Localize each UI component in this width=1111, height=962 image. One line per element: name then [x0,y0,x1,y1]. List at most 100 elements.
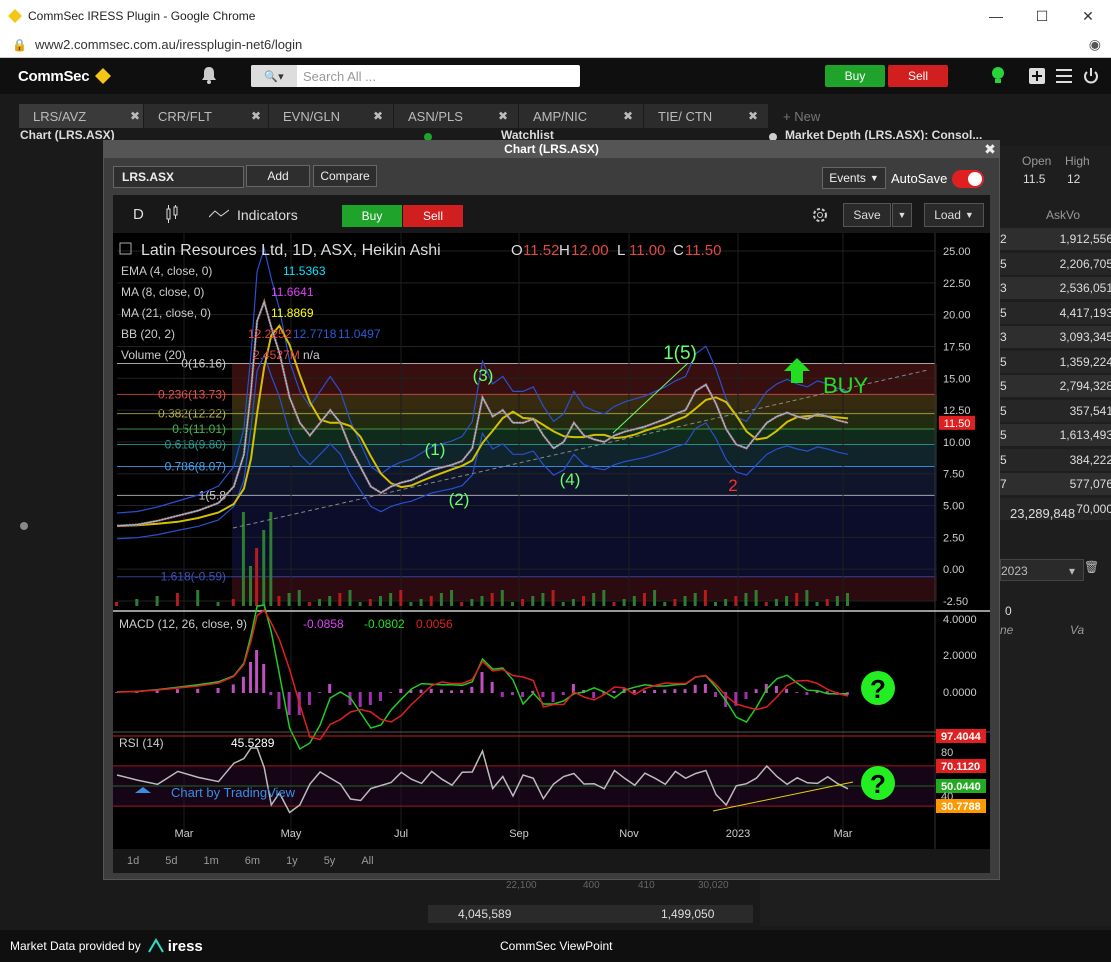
events-dropdown[interactable]: Events ▼ [822,167,886,189]
load-dropdown[interactable]: Load ▼ [924,203,984,227]
volume-bar [531,596,535,606]
add-button[interactable]: Add [246,165,310,187]
macd-histogram-bar [693,684,697,693]
volume-bar [754,590,758,606]
chart-sell-button[interactable]: Sell [403,205,463,227]
y-tick-label: 17.50 [943,341,971,353]
modal-title-bar[interactable]: Chart (LRS.ASX) ✖ [104,141,999,158]
depth-row[interactable]: 2 1,912,556 [1000,228,1111,250]
buy-annotation: BUY [823,373,869,398]
compare-button[interactable]: Compare [313,165,377,187]
save-dropdown-button[interactable]: ▼ [892,203,912,227]
tab-label: AMP/NIC [533,108,588,124]
timeframe-all[interactable]: All [361,855,373,867]
macd-histogram-bar [216,688,220,693]
search-dropdown-button[interactable]: 🔍▾ [251,65,297,87]
search-input[interactable]: Search All ... [303,69,376,84]
autosave-toggle[interactable] [952,170,984,188]
timeframe-bar: 1d 5d 1m 6m 1y 5y All [113,849,990,873]
tab-label: TIE/ CTN [658,108,713,124]
close-window-button[interactable]: ✕ [1065,0,1111,32]
depth-row[interactable]: 3 2,536,051 [1000,277,1111,299]
close-icon[interactable]: ✖ [983,142,997,156]
depth-cell: 5 [1000,305,1007,320]
question-mark: ? [870,674,886,704]
macd-histogram-bar [551,692,555,703]
high-label: High [1065,154,1090,168]
power-icon[interactable] [1083,68,1099,84]
ohlc-key: L [617,242,625,259]
lightbulb-icon[interactable] [990,66,1006,86]
depth-row[interactable]: 5 4,417,193 [1000,301,1111,324]
search-box[interactable]: 🔍▾ Search All ... [251,65,580,87]
volume-bar [582,596,586,606]
close-tab-icon[interactable]: ✖ [130,109,140,123]
depth-row[interactable]: 3 3,093,345 [1000,326,1111,348]
interval-selector[interactable]: D [133,206,144,223]
save-button[interactable]: Save [843,203,891,227]
volume-bar [785,596,789,606]
depth-row[interactable]: 5 2,206,705 [1000,252,1111,275]
chart-canvas[interactable]: 0(16.16) 0.236(13.73) 0.382(12.22)0.5(11.0… [113,233,990,849]
macd-histogram-bar [328,684,332,693]
depth-row[interactable]: 5 1,359,224 [1000,350,1111,373]
partial-row: 22,100 400 410 30,020 [428,880,753,894]
depth-row[interactable]: 5 2,794,328 [1000,375,1111,397]
candlestick-icon[interactable] [165,205,179,223]
chart-buy-button[interactable]: Buy [342,205,402,227]
top-sell-button[interactable]: Sell [888,65,948,87]
menu-icon[interactable] [1056,69,1072,83]
splitter-handle[interactable] [20,522,28,530]
close-tab-icon[interactable]: ✖ [623,109,633,123]
tab-new[interactable]: + New [769,104,839,128]
depth-row[interactable]: 5 384,222 [1000,448,1111,471]
add-icon[interactable] [1029,68,1045,84]
depth-row[interactable]: 7 577,076 [1000,473,1111,495]
delete-icon[interactable]: 🗑 [1084,560,1099,574]
macd-histogram-bar [231,684,235,693]
tab-amp-nic[interactable]: AMP/NIC ✖ [519,104,643,128]
timeframe-5y[interactable]: 5y [324,855,336,867]
year-select[interactable]: 2023 ▾ [1000,559,1084,581]
chart-modal: Chart (LRS.ASX) ✖ LRS.ASX Add Compare Ev… [103,140,1000,880]
timeframe-1m[interactable]: 1m [204,855,219,867]
tradingview-chart[interactable]: D Indicators Buy Sell Save ▼ Load ▼ 0(16.… [113,195,990,873]
symbol-input[interactable]: LRS.ASX [113,166,244,188]
minimize-button[interactable]: — [973,0,1019,32]
top-buy-button[interactable]: Buy [825,65,885,87]
chart-toolbar: D Indicators Buy Sell Save ▼ Load ▼ [113,195,990,233]
depth-cell: 5 [1000,379,1007,393]
close-tab-icon[interactable]: ✖ [251,109,261,123]
indicators-button[interactable]: Indicators [237,207,298,223]
fib-label: 1.618(-0.59) [161,570,226,584]
tab-asn-pls[interactable]: ASN/PLS ✖ [394,104,518,128]
depth-cell: 3 [1000,281,1007,295]
tab-lrs-avz[interactable]: LRS/AVZ [19,104,143,128]
indicator-value: 11.0497 [338,327,381,341]
close-tab-icon[interactable]: ✖ [498,109,508,123]
tab-crr-flt[interactable]: CRR/FLT [144,104,268,128]
depth-row[interactable]: 5 357,541 [1000,399,1111,422]
timeframe-5d[interactable]: 5d [165,855,177,867]
macd-histogram-bar [521,692,525,697]
macd-histogram-bar [389,692,393,693]
rsi-title: RSI (14) [119,736,164,750]
address-bar[interactable]: 🔒 www2.commsec.com.au/iressplugin-net6/l… [0,32,1111,58]
macd-histogram-bar [255,650,259,693]
close-tab-icon[interactable]: ✖ [373,109,383,123]
maximize-button[interactable]: ☐ [1019,0,1065,32]
eye-icon[interactable]: ◉ [1089,36,1101,53]
rsi-tick: 97.4044 [941,731,982,743]
timeframe-6m[interactable]: 6m [245,855,260,867]
gear-icon[interactable] [810,205,830,225]
close-tab-icon[interactable]: ✖ [748,109,758,123]
timeframe-1y[interactable]: 1y [286,855,298,867]
timeframe-1d[interactable]: 1d [127,855,139,867]
ohlc-key: C [673,242,684,259]
depth-row[interactable]: 5 1,613,493 [1000,424,1111,446]
tab-evn-gln[interactable]: EVN/GLN ✖ [269,104,393,128]
tab-tie-ctn[interactable]: TIE/ CTN ✖ [644,104,768,128]
bell-icon[interactable] [201,66,217,84]
macd-histogram-bar [249,662,253,693]
wave-label: (3) [473,366,494,385]
